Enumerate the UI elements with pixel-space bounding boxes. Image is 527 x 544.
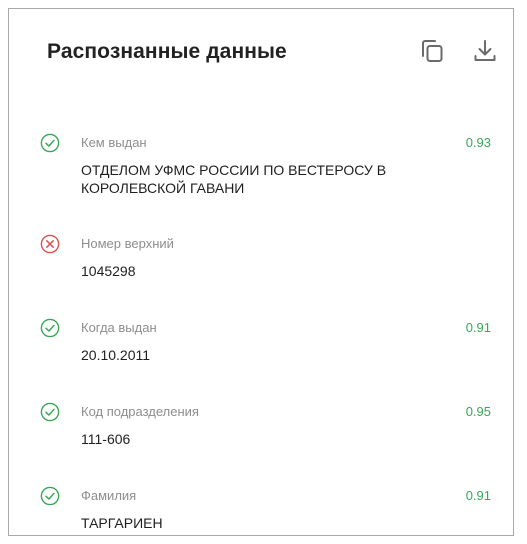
field-value[interactable]: ОТДЕЛОМ УФМС РОССИИ ПО ВЕСТЕРОСУ В КОРОЛ…	[81, 161, 421, 197]
copy-icon[interactable]	[418, 37, 446, 65]
field-label: Код подразделения	[81, 404, 199, 419]
field-value-line: КОРОЛЕВСКОЙ ГАВАНИ	[81, 180, 245, 196]
field-label: Кем выдан	[81, 135, 147, 150]
confidence-score: 0.93	[465, 135, 491, 150]
field-label: Номер верхний	[81, 236, 174, 251]
check-circle-icon	[40, 486, 60, 506]
field-value[interactable]: 20.10.2011	[81, 346, 421, 364]
field-value[interactable]: 111-606	[81, 430, 421, 448]
field-value[interactable]: ТАРГАРИЕН	[81, 514, 421, 532]
field-value-line: ТАРГАРИЕН	[81, 515, 163, 531]
field-value[interactable]: 1045298	[81, 262, 421, 280]
confidence-score: 0.91	[465, 488, 491, 503]
download-icon[interactable]	[471, 37, 499, 65]
check-circle-icon	[40, 402, 60, 422]
field-value-line: ОТДЕЛОМ УФМС РОССИИ ПО ВЕСТЕРОСУ В	[81, 162, 387, 178]
field-value-line: 20.10.2011	[81, 347, 151, 363]
confidence-score: 0.91	[465, 320, 491, 335]
recognized-data-panel: Распознанные данные Кем выдан ОТДЕЛОМ УФ…	[8, 8, 514, 536]
field-label: Когда выдан	[81, 320, 157, 335]
error-circle-icon	[40, 234, 60, 254]
field-value-line: 1045298	[81, 263, 136, 279]
field-value-line: 111-606	[81, 431, 131, 447]
confidence-score: 0.95	[465, 404, 491, 419]
check-circle-icon	[40, 133, 60, 153]
field-label: Фамилия	[81, 488, 137, 503]
panel-title: Распознанные данные	[47, 40, 287, 63]
check-circle-icon	[40, 318, 60, 338]
